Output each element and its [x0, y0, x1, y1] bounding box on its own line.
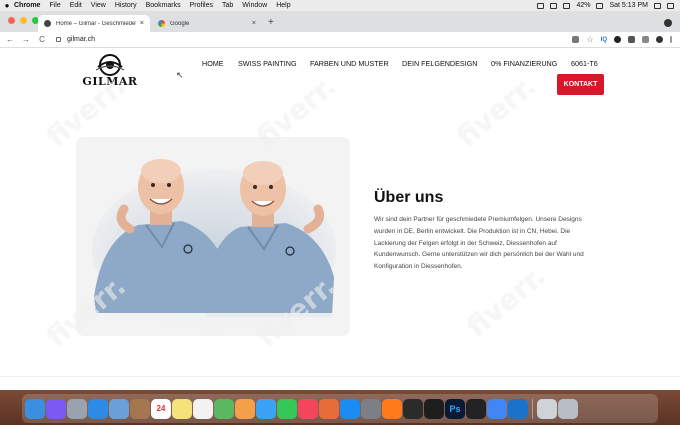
tab-title: Google: [170, 20, 190, 27]
team-portrait-image: [76, 137, 350, 336]
finder-icon[interactable]: [25, 398, 45, 419]
lock-icon[interactable]: [56, 37, 61, 42]
status-area: 42% Sat 5:13 PM: [537, 2, 680, 9]
firefox-icon[interactable]: [382, 398, 402, 419]
kebab-menu-icon[interactable]: [670, 36, 672, 43]
close-tab-icon[interactable]: ×: [140, 20, 144, 27]
menu-window[interactable]: Window: [242, 2, 267, 9]
menu-chrome[interactable]: Chrome: [14, 2, 40, 9]
about-title: Über uns: [374, 189, 444, 206]
extension-icon[interactable]: [628, 36, 635, 43]
nav-6061-t6[interactable]: 6061-T6: [571, 59, 598, 68]
calendar-icon[interactable]: 24: [151, 398, 171, 419]
minimize-window-button[interactable]: [20, 17, 27, 24]
extensions: ☆ IQ: [572, 35, 680, 44]
profile-icon[interactable]: [664, 19, 672, 27]
trash-icon[interactable]: [558, 398, 578, 419]
macos-menubar: ● Chrome File Edit View History Bookmark…: [0, 0, 680, 11]
music-icon[interactable]: [298, 398, 318, 419]
menu-help[interactable]: Help: [276, 2, 290, 9]
macos-dock: 24 Ps: [0, 390, 680, 425]
screen-icon[interactable]: [550, 2, 558, 9]
about-text: Wir sind dein Partner für geschmiedete P…: [374, 216, 584, 271]
sublime-icon[interactable]: [403, 398, 423, 419]
url-text[interactable]: gilmar.ch: [67, 36, 95, 43]
safari-icon[interactable]: [88, 398, 108, 419]
notes-icon[interactable]: [172, 398, 192, 419]
app-store-icon[interactable]: [340, 398, 360, 419]
avatar[interactable]: [656, 36, 663, 43]
puzzle-icon[interactable]: [642, 36, 649, 43]
control-center-icon[interactable]: [667, 2, 674, 9]
figma-icon[interactable]: [424, 398, 444, 419]
nav-finanzierung[interactable]: 0% FINANZIERUNG: [491, 59, 557, 68]
menu-history[interactable]: History: [115, 2, 137, 9]
gilmar-favicon-icon: [44, 20, 51, 27]
wheel-logo-icon: [95, 54, 125, 76]
forward-button[interactable]: →: [20, 35, 32, 44]
bookmark-star-icon[interactable]: ☆: [586, 35, 593, 44]
tab-title: Home – Gilmar - Geschmiedete Pr: [56, 20, 136, 27]
apple-icon[interactable]: ●: [0, 1, 14, 10]
section-divider: [0, 376, 680, 377]
system-preferences-icon[interactable]: [361, 398, 381, 419]
logo-text: GILMAR: [82, 75, 138, 88]
nav-swiss-painting[interactable]: SWISS PAINTING: [238, 59, 297, 68]
menu-view[interactable]: View: [91, 2, 106, 9]
nav-dein-felgendesign[interactable]: DEIN FELGENDESIGN: [402, 59, 477, 68]
clock[interactable]: Sat 5:13 PM: [609, 2, 648, 9]
reminders-icon[interactable]: [193, 398, 213, 419]
translate-icon[interactable]: [572, 36, 580, 43]
record-icon[interactable]: [537, 2, 545, 9]
facetime-icon[interactable]: [277, 398, 297, 419]
portrait-illustration: [76, 137, 350, 336]
menu-edit[interactable]: Edit: [70, 2, 82, 9]
contacts-icon[interactable]: [130, 398, 150, 419]
battery-icon[interactable]: [596, 2, 604, 9]
nav-farben-und-muster[interactable]: FARBEN UND MUSTER: [310, 59, 389, 68]
back-button[interactable]: ←: [4, 35, 16, 44]
books-icon[interactable]: [319, 398, 339, 419]
messages-icon[interactable]: [256, 398, 276, 419]
new-tab-button[interactable]: +: [268, 17, 274, 28]
photos-icon[interactable]: [235, 398, 255, 419]
user-icon[interactable]: [654, 2, 661, 9]
close-window-button[interactable]: [8, 17, 15, 24]
mail-icon[interactable]: [109, 398, 129, 419]
window-controls: [8, 17, 39, 24]
iq-extension-icon[interactable]: IQ: [601, 37, 607, 43]
quicktime-icon[interactable]: [508, 398, 528, 419]
gilmar-logo[interactable]: GILMAR: [82, 53, 138, 93]
close-tab-icon[interactable]: ×: [252, 20, 256, 27]
address-bar[interactable]: gilmar.ch: [56, 36, 95, 43]
chrome-icon[interactable]: [487, 398, 507, 419]
launchpad-icon[interactable]: [67, 398, 87, 419]
battery-percent[interactable]: 42%: [576, 2, 590, 9]
menu-profiles[interactable]: Profiles: [190, 2, 213, 9]
menu-bookmarks[interactable]: Bookmarks: [146, 2, 181, 9]
photoshop-icon[interactable]: Ps: [445, 398, 465, 419]
downloads-icon[interactable]: [537, 398, 557, 419]
reload-button[interactable]: C: [36, 35, 48, 44]
mouse-cursor-icon: ↖: [176, 70, 184, 80]
dock-shelf: 24 Ps: [22, 394, 658, 423]
siri-icon[interactable]: [46, 398, 66, 419]
google-favicon-icon: [158, 20, 165, 27]
website-viewport: GILMAR ↖ HOME SWISS PAINTING FARBEN UND …: [0, 48, 680, 390]
extension-icon[interactable]: [614, 36, 621, 43]
menu-tab[interactable]: Tab: [222, 2, 233, 9]
maps-icon[interactable]: [214, 398, 234, 419]
tab-gilmar[interactable]: Home – Gilmar - Geschmiedete Pr ×: [38, 15, 150, 32]
browser-toolbar: ← → C gilmar.ch ☆ IQ: [0, 32, 680, 48]
terminal-icon[interactable]: [466, 398, 486, 419]
menu-file[interactable]: File: [49, 2, 60, 9]
tab-strip: Home – Gilmar - Geschmiedete Pr × Google…: [0, 11, 680, 32]
kontakt-button[interactable]: KONTAKT: [557, 74, 604, 95]
nav-home[interactable]: HOME: [202, 59, 224, 68]
tab-google[interactable]: Google ×: [152, 15, 262, 32]
wifi-icon[interactable]: [563, 2, 571, 9]
dock-separator: [532, 398, 533, 419]
